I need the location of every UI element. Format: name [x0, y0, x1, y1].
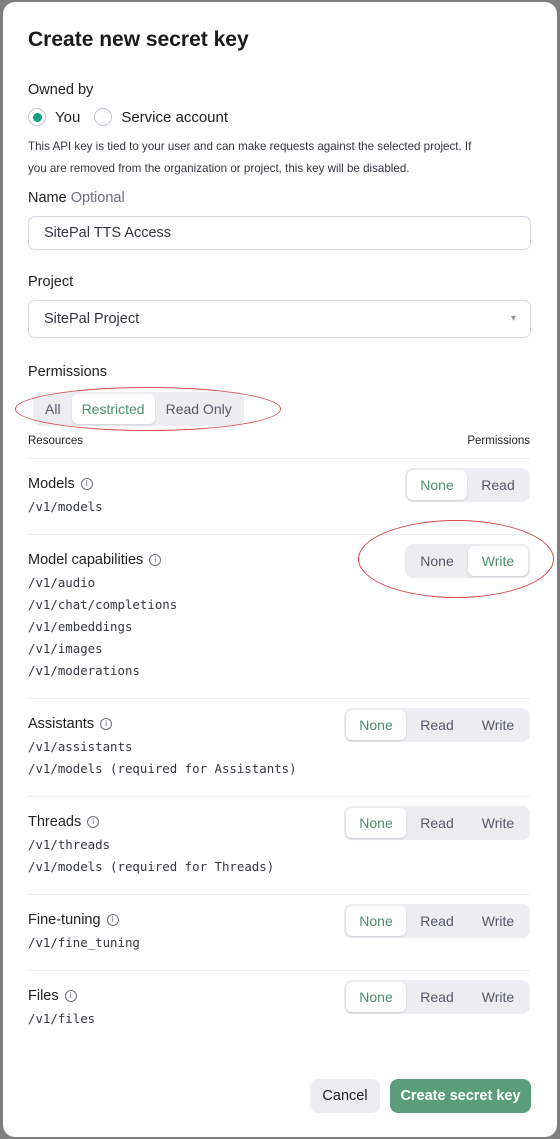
divider	[28, 796, 530, 797]
threads-read-option[interactable]: Read	[407, 808, 467, 838]
resource-path: /v1/assistants	[28, 739, 133, 754]
permission-mode-all[interactable]: All	[35, 394, 71, 424]
models-none-option[interactable]: None	[407, 470, 467, 500]
info-icon[interactable]: i	[149, 554, 162, 566]
resource-fine-tuning: Fine-tuning i	[28, 912, 119, 928]
help-line-2: you are removed from the organization or…	[28, 162, 410, 175]
name-label: Name Optional	[28, 190, 125, 206]
resource-model-capabilities: Model capabilities i	[28, 552, 162, 568]
resource-path: /v1/embeddings	[28, 619, 133, 634]
assistants-write-option[interactable]: Write	[468, 710, 528, 740]
resource-models-paths: /v1/models	[28, 496, 103, 518]
resource-files: Files i	[28, 988, 77, 1004]
info-icon[interactable]: i	[106, 914, 119, 926]
resource-threads-paths: /v1/threads /v1/models (required for Thr…	[28, 834, 274, 878]
resource-path: /v1/audio	[28, 575, 96, 590]
fine-tuning-permission-toggle: None Read Write	[344, 904, 530, 938]
resource-path: /v1/moderations	[28, 663, 140, 678]
info-icon[interactable]: i	[100, 718, 113, 730]
fine-tuning-write-option[interactable]: Write	[468, 906, 528, 936]
owner-you-label[interactable]: You	[55, 109, 80, 126]
fine-tuning-none-option[interactable]: None	[346, 906, 406, 936]
models-permission-toggle: None Read	[405, 468, 530, 502]
owner-you-radio[interactable]	[28, 108, 46, 126]
resource-path: /v1/threads	[28, 837, 111, 852]
name-label-text: Name	[28, 190, 67, 206]
resource-threads-title: Threads	[28, 814, 82, 830]
project-label: Project	[28, 274, 74, 290]
info-icon[interactable]: i	[80, 478, 93, 490]
resource-fine-tuning-paths: /v1/fine_tuning	[28, 932, 140, 954]
resource-path: /v1/chat/completions	[28, 597, 178, 612]
divider	[28, 894, 530, 895]
files-write-option[interactable]: Write	[468, 982, 528, 1012]
resource-path: /v1/images	[28, 641, 103, 656]
resource-path: /v1/files	[28, 1011, 96, 1026]
name-optional-hint: Optional	[70, 190, 125, 206]
resource-path: /v1/models	[28, 499, 103, 514]
name-input-value: SitePal TTS Access	[44, 225, 172, 241]
resource-files-title: Files	[28, 988, 59, 1004]
files-permission-toggle: None Read Write	[344, 980, 530, 1014]
help-line-1: This API key is tied to your user and ca…	[28, 140, 472, 153]
project-select[interactable]: SitePal Project ▾	[28, 300, 531, 338]
resource-assistants-title: Assistants	[28, 716, 95, 732]
files-read-option[interactable]: Read	[407, 982, 467, 1012]
permission-mode-toggle: All Restricted Read Only	[33, 392, 244, 426]
model-capabilities-permission-toggle: None Write	[405, 544, 530, 578]
name-input[interactable]: SitePal TTS Access	[28, 216, 531, 250]
resources-header-row: Resources Permissions	[28, 435, 530, 447]
resource-fine-tuning-title: Fine-tuning	[28, 912, 101, 928]
cancel-button[interactable]: Cancel	[310, 1079, 380, 1113]
divider	[28, 970, 530, 971]
resource-assistants-paths: /v1/assistants /v1/models (required for …	[28, 736, 297, 780]
assistants-read-option[interactable]: Read	[407, 710, 467, 740]
create-secret-key-modal: Create new secret key Owned by You Servi…	[3, 2, 557, 1137]
owned-by-label: Owned by	[28, 82, 94, 98]
resources-header: Resources	[28, 435, 83, 447]
chevron-up-down-icon: ▾	[510, 313, 516, 324]
model-capabilities-write-option[interactable]: Write	[468, 546, 528, 576]
modal-title: Create new secret key	[28, 28, 249, 51]
assistants-permission-toggle: None Read Write	[344, 708, 530, 742]
info-icon[interactable]: i	[87, 816, 100, 828]
models-read-option[interactable]: Read	[468, 470, 528, 500]
divider	[28, 534, 530, 535]
info-icon[interactable]: i	[64, 990, 77, 1002]
divider	[28, 458, 530, 459]
resource-models-title: Models	[28, 476, 75, 492]
create-secret-key-button[interactable]: Create secret key	[390, 1079, 531, 1113]
assistants-none-option[interactable]: None	[346, 710, 406, 740]
owner-help-text: This API key is tied to your user and ca…	[28, 136, 528, 180]
model-capabilities-none-option[interactable]: None	[407, 546, 467, 576]
threads-write-option[interactable]: Write	[468, 808, 528, 838]
resource-models: Models i	[28, 476, 93, 492]
resource-model-capabilities-title: Model capabilities	[28, 552, 144, 568]
permissions-label: Permissions	[28, 364, 107, 380]
project-select-value: SitePal Project	[44, 311, 140, 327]
owner-service-account-label[interactable]: Service account	[121, 109, 228, 126]
permission-mode-restricted[interactable]: Restricted	[71, 394, 155, 424]
resource-model-capabilities-paths: /v1/audio /v1/chat/completions /v1/embed…	[28, 572, 177, 682]
threads-permission-toggle: None Read Write	[344, 806, 530, 840]
resource-path: /v1/models (required for Assistants)	[28, 761, 297, 776]
permissions-header: Permissions	[467, 435, 530, 447]
resource-files-paths: /v1/files	[28, 1008, 95, 1030]
threads-none-option[interactable]: None	[346, 808, 406, 838]
resource-path: /v1/models (required for Threads)	[28, 859, 275, 874]
resource-threads: Threads i	[28, 814, 100, 830]
resource-assistants: Assistants i	[28, 716, 113, 732]
owner-service-account-radio[interactable]	[94, 108, 113, 126]
files-none-option[interactable]: None	[346, 982, 406, 1012]
fine-tuning-read-option[interactable]: Read	[407, 906, 467, 936]
divider	[28, 698, 530, 699]
permission-mode-read-only[interactable]: Read Only	[156, 394, 242, 424]
resource-path: /v1/fine_tuning	[28, 935, 140, 950]
owner-radio-group: You Service account	[28, 108, 242, 126]
